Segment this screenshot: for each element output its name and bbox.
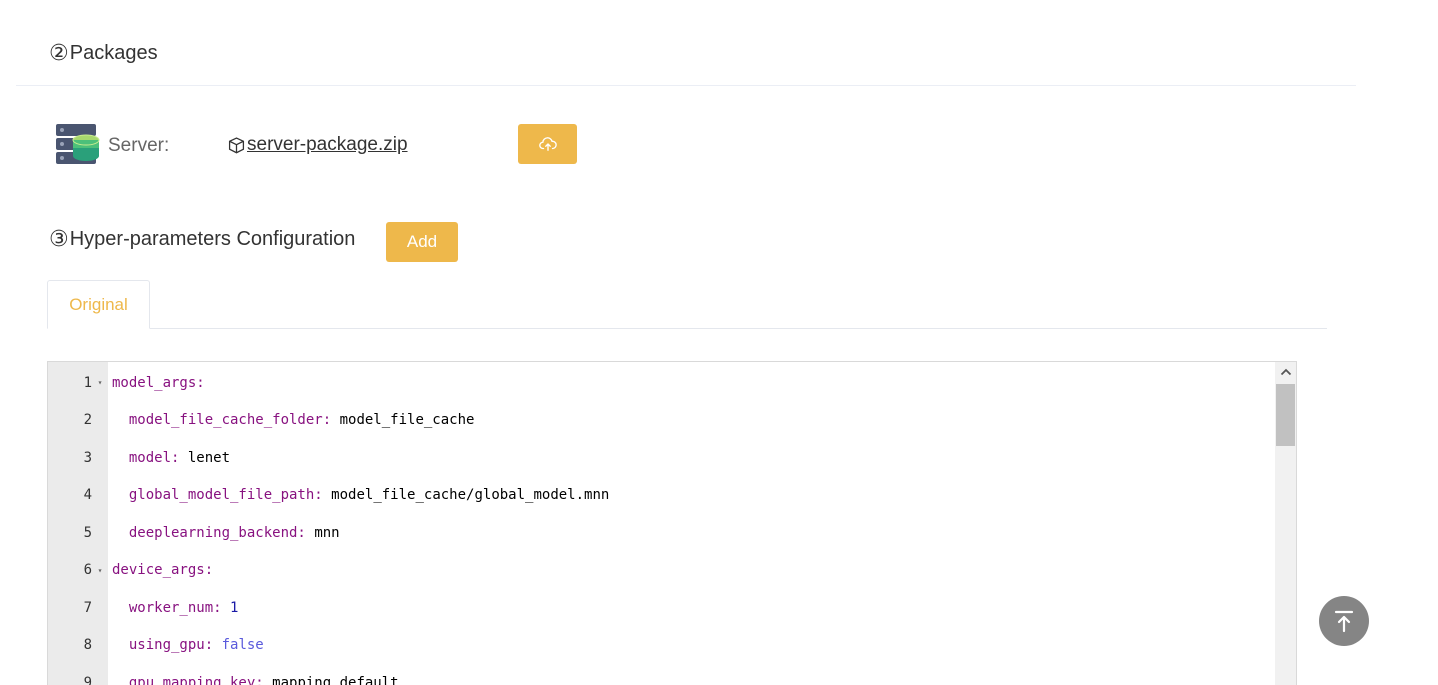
server-database-icon bbox=[56, 124, 100, 166]
tabs-bar bbox=[47, 328, 1327, 329]
code-line[interactable]: 7 worker_num: 1 bbox=[48, 589, 1276, 627]
yaml-value: mapping_default bbox=[272, 674, 399, 685]
yaml-key: using_gpu: bbox=[128, 637, 214, 654]
package-box-icon bbox=[228, 136, 245, 153]
step-number-3: ③ bbox=[49, 226, 69, 252]
code-text: using_gpu: false bbox=[108, 637, 264, 653]
server-package-row: Server: server-package.zip bbox=[56, 124, 656, 166]
code-line[interactable]: 6 ▾ device_args: bbox=[48, 552, 1276, 590]
packages-title: Packages bbox=[69, 42, 158, 64]
code-text: model_args: bbox=[108, 375, 205, 391]
upload-package-button[interactable] bbox=[518, 124, 577, 164]
server-label: Server: bbox=[108, 135, 170, 156]
arrow-up-to-top-icon bbox=[1334, 610, 1354, 633]
line-number: 5 bbox=[83, 524, 92, 541]
line-number: 3 bbox=[83, 449, 92, 466]
code-line[interactable]: 9 gpu_mapping_key: mapping_default bbox=[48, 664, 1276, 685]
section-divider bbox=[16, 85, 1356, 86]
hyperparams-section-header: ③ Hyper-parameters Configuration bbox=[49, 228, 355, 251]
yaml-key: worker_num: bbox=[128, 599, 222, 616]
yaml-key: gpu_mapping_key: bbox=[128, 674, 264, 685]
code-line[interactable]: 8 using_gpu: false bbox=[48, 627, 1276, 665]
line-number: 9 bbox=[83, 674, 92, 685]
server-package-filename: server-package.zip bbox=[247, 134, 408, 155]
code-line[interactable]: 3 model: lenet bbox=[48, 439, 1276, 477]
scroll-up-button[interactable] bbox=[1275, 362, 1296, 382]
fold-caret-icon[interactable]: ▾ bbox=[92, 378, 108, 387]
line-number: 8 bbox=[83, 637, 92, 654]
step-number-2: ② bbox=[49, 40, 69, 66]
tab-original[interactable]: Original bbox=[47, 280, 150, 329]
yaml-value: mnn bbox=[314, 524, 340, 541]
line-number: 1 bbox=[83, 374, 92, 391]
code-text: device_args: bbox=[108, 562, 213, 578]
yaml-value: false bbox=[221, 637, 264, 654]
yaml-key: device_args: bbox=[112, 562, 214, 579]
yaml-code-editor[interactable]: 1 ▾ model_args: 2 model_file_cache_folder: … bbox=[47, 361, 1297, 685]
line-number: 6 bbox=[83, 562, 92, 579]
packages-section-header: ② Packages bbox=[49, 42, 158, 65]
back-to-top-button[interactable] bbox=[1319, 596, 1369, 646]
line-number: 2 bbox=[83, 412, 92, 429]
yaml-value: 1 bbox=[230, 599, 239, 616]
chevron-up-icon bbox=[1280, 368, 1291, 376]
code-text: global_model_file_path: model_file_cache… bbox=[108, 487, 609, 503]
code-text: worker_num: 1 bbox=[108, 599, 239, 616]
yaml-key: deeplearning_backend: bbox=[128, 524, 306, 541]
yaml-value: model_file_cache bbox=[339, 412, 475, 429]
code-text: model_file_cache_folder: model_file_cach… bbox=[108, 412, 475, 429]
fold-caret-icon[interactable]: ▾ bbox=[92, 566, 108, 575]
yaml-value: lenet bbox=[187, 449, 231, 466]
hyperparams-title: Hyper-parameters Configuration bbox=[69, 228, 356, 250]
line-number: 7 bbox=[83, 599, 92, 616]
yaml-value: model_file_cache/global_model.mnn bbox=[331, 487, 610, 504]
yaml-key: model_file_cache_folder: bbox=[128, 412, 332, 429]
yaml-key: global_model_file_path: bbox=[128, 487, 323, 504]
yaml-key: model_args: bbox=[112, 374, 205, 391]
line-number: 4 bbox=[83, 487, 92, 504]
yaml-key: model: bbox=[128, 449, 180, 466]
code-text: gpu_mapping_key: mapping_default bbox=[108, 675, 399, 685]
code-text: deeplearning_backend: mnn bbox=[108, 525, 340, 541]
add-config-button[interactable]: Add bbox=[386, 222, 458, 262]
scrollbar-thumb[interactable] bbox=[1276, 384, 1295, 446]
server-package-link[interactable]: server-package.zip bbox=[228, 134, 408, 156]
code-text: model: lenet bbox=[108, 450, 230, 466]
cloud-upload-icon bbox=[538, 137, 557, 151]
code-line[interactable]: 5 deeplearning_backend: mnn bbox=[48, 514, 1276, 552]
editor-scrollbar[interactable] bbox=[1275, 362, 1296, 685]
code-line[interactable]: 2 model_file_cache_folder: model_file_ca… bbox=[48, 402, 1276, 440]
code-line[interactable]: 1 ▾ model_args: bbox=[48, 364, 1276, 402]
code-line[interactable]: 4 global_model_file_path: model_file_cac… bbox=[48, 477, 1276, 515]
